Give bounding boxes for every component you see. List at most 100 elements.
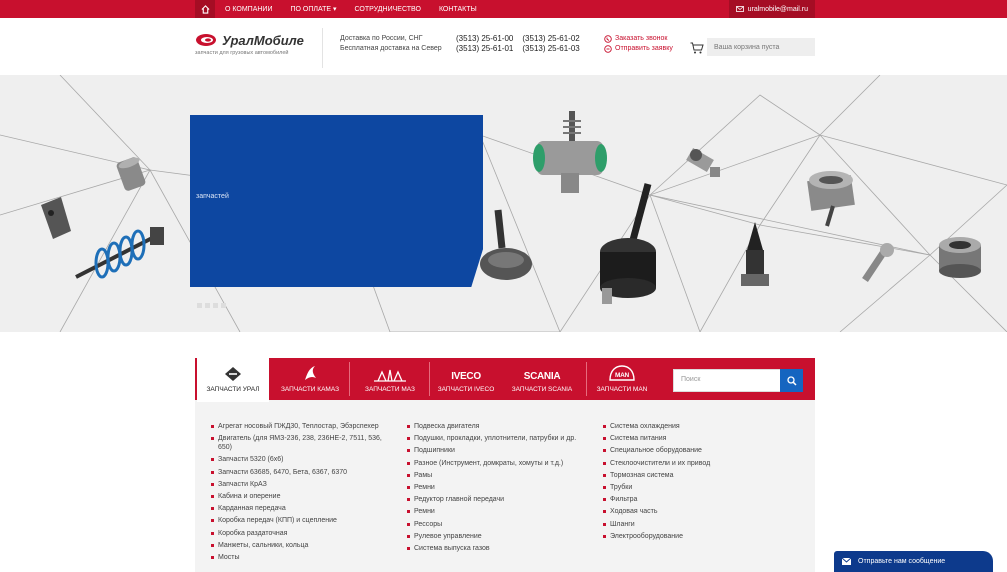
tab-iveco[interactable]: IVECO ЗАПЧАСТИ IVECO — [433, 358, 499, 400]
delivery-info: Доставка по России, СНГ Бесплатная доста… — [340, 34, 442, 54]
sensor-part-image — [686, 147, 720, 177]
man-logo-icon: MAN — [589, 358, 655, 382]
order-call-link[interactable]: Заказать звонок — [604, 34, 673, 44]
category-link[interactable]: Коробка раздаточная — [211, 529, 391, 538]
tab-label: ЗАПЧАСТИ MAN — [596, 386, 648, 393]
category-link[interactable]: Кабина и оперение — [211, 492, 391, 501]
spring-part-image — [75, 227, 164, 279]
cart-status[interactable]: Ваша корзина пуста — [707, 38, 815, 56]
category-link[interactable]: Система выпуска газов — [407, 544, 587, 553]
tab-label: ЗАПЧАСТИ МАЗ — [365, 386, 415, 393]
search-placeholder: Поиск — [681, 376, 701, 383]
tab-label: ЗАПЧАСТИ КАМАЗ — [280, 386, 340, 393]
category-link[interactable]: Агрегат носовый ПЖД30, Теплостар, Эбэрсп… — [211, 422, 391, 431]
delivery-line: Бесплатная доставка на Север — [340, 45, 442, 52]
tab-ural[interactable]: ЗАПЧАСТИ УРАЛ — [197, 358, 269, 402]
logo[interactable]: УралМобиле запчасти для грузовых автомоб… — [195, 33, 325, 63]
tab-label: ЗАПЧАСТИ IVECO — [437, 386, 495, 393]
brake-chamber-image — [480, 209, 532, 280]
category-link[interactable]: Фильтра — [603, 495, 803, 504]
top-nav-payment[interactable]: ПО ОПЛАТЕ ▾ — [290, 5, 336, 13]
category-link[interactable]: Коробка передач (КПП) и сцепление — [211, 516, 391, 525]
promo-panel[interactable]: запчастей — [190, 115, 483, 287]
phone-number[interactable]: (3513) 25-61-00 — [456, 34, 513, 44]
phone-number[interactable]: (3513) 25-61-01 — [456, 44, 513, 54]
email-link[interactable]: uralmobile@mail.ru — [728, 0, 815, 18]
catalog-section: ЗАПЧАСТИ УРАЛ ЗАПЧАСТИ КАМАЗ ЗАПЧАСТИ МА… — [195, 358, 815, 572]
category-link[interactable]: Запчасти 5320 (6x6) — [211, 455, 391, 464]
chat-label: Отправьте нам сообщение — [858, 558, 946, 565]
category-link[interactable]: Система охлаждения — [603, 422, 803, 431]
category-link[interactable]: Рессоры — [407, 520, 587, 529]
category-link[interactable]: Тормозная система — [603, 471, 803, 480]
request-icon — [604, 45, 612, 53]
top-nav: О КОМПАНИИ ПО ОПЛАТЕ ▾ СОТРУДНИЧЕСТВО КО… — [225, 0, 495, 18]
category-link[interactable]: Ремни — [407, 507, 587, 516]
contact-actions: Заказать звонок Отправить заявку — [604, 34, 673, 54]
category-link[interactable]: Ремни — [407, 483, 587, 492]
category-link[interactable]: Подшипники — [407, 446, 587, 455]
kamaz-logo-icon — [275, 358, 345, 382]
slider-dot[interactable] — [197, 303, 202, 308]
header: УралМобиле запчасти для грузовых автомоб… — [0, 18, 1007, 75]
phone-icon — [604, 35, 612, 43]
category-link[interactable]: Ходовая часть — [603, 507, 803, 516]
ural-logo-icon — [197, 358, 269, 382]
tab-maz[interactable]: ЗАПЧАСТИ МАЗ — [355, 358, 425, 400]
phone-row: (3513) 25-61-00 (3513) 25-61-02 — [456, 34, 580, 44]
phone-number[interactable]: (3513) 25-61-02 — [522, 34, 579, 44]
category-link[interactable]: Система питания — [603, 434, 803, 443]
category-link[interactable]: Стеклоочистители и их привод — [603, 459, 803, 468]
brand-tabs: ЗАПЧАСТИ УРАЛ ЗАПЧАСТИ КАМАЗ ЗАПЧАСТИ МА… — [195, 358, 815, 402]
category-column: Подвеска двигателя Подушки, прокладки, у… — [407, 422, 587, 556]
email-text: uralmobile@mail.ru — [747, 5, 808, 13]
search-button[interactable] — [780, 369, 803, 392]
logo-mark-icon — [196, 34, 216, 46]
phone-number[interactable]: (3513) 25-61-03 — [522, 44, 579, 54]
category-link[interactable]: Редуктор главной передачи — [407, 495, 587, 504]
category-link[interactable]: Трубки — [603, 483, 803, 492]
category-link[interactable]: Электрооборудование — [603, 532, 803, 541]
mail-icon — [735, 6, 744, 12]
slider-dot[interactable] — [221, 303, 226, 308]
category-link[interactable]: Специальное оборудование — [603, 446, 803, 455]
top-bar-inner: О КОМПАНИИ ПО ОПЛАТЕ ▾ СОТРУДНИЧЕСТВО КО… — [195, 0, 815, 18]
category-link[interactable]: Запчасти КрАЗ — [211, 480, 391, 489]
category-link[interactable]: Манжеты, сальники, кольца — [211, 541, 391, 550]
bushing-part-image — [807, 171, 855, 227]
cart-icon[interactable] — [690, 42, 704, 54]
brand-tagline: запчасти для грузовых автомобилей — [195, 50, 289, 56]
category-link[interactable]: Шланги — [603, 520, 803, 529]
category-link[interactable]: Мосты — [211, 553, 391, 562]
top-nav-about[interactable]: О КОМПАНИИ — [225, 6, 272, 13]
slider-dot[interactable] — [213, 303, 218, 308]
nozzle-part-image — [741, 222, 769, 286]
scania-logo-icon: SCANIA — [523, 371, 561, 382]
catalog-search[interactable]: Поиск — [673, 369, 803, 392]
home-button[interactable] — [195, 0, 215, 18]
send-request-link[interactable]: Отправить заявку — [604, 44, 673, 54]
tab-divider — [429, 362, 430, 396]
chat-widget[interactable]: Отправьте нам сообщение — [834, 551, 993, 572]
category-link[interactable]: Карданная передача — [211, 504, 391, 513]
category-link[interactable]: Подвеска двигателя — [407, 422, 587, 431]
slider-dots — [197, 303, 226, 308]
tab-scania[interactable]: SCANIA ЗАПЧАСТИ SCANIA — [505, 358, 579, 400]
top-nav-cooperation[interactable]: СОТРУДНИЧЕСТВО — [355, 6, 421, 13]
category-link[interactable]: Разное (Инструмент, домкраты, хомуты и т… — [407, 459, 587, 468]
tab-man[interactable]: MAN ЗАПЧАСТИ MAN — [589, 358, 655, 400]
tab-label: ЗАПЧАСТИ УРАЛ — [206, 386, 260, 393]
category-link[interactable]: Подушки, прокладки, уплотнители, патрубк… — [407, 434, 587, 443]
home-icon — [201, 4, 209, 14]
category-link[interactable]: Запчасти 63685, 6470, Бета, 6367, 6370 — [211, 468, 391, 477]
slider-dot[interactable] — [205, 303, 210, 308]
phone-numbers: (3513) 25-61-00 (3513) 25-61-02 (3513) 2… — [456, 34, 580, 54]
category-link[interactable]: Рулевое управление — [407, 532, 587, 541]
category-link[interactable]: Двигатель (для ЯМЗ-236, 238, 236НЕ-2, 75… — [211, 434, 391, 452]
top-nav-contacts[interactable]: КОНТАКТЫ — [439, 6, 477, 13]
phone-row: (3513) 25-61-01 (3513) 25-61-03 — [456, 44, 580, 54]
category-link[interactable]: Рамы — [407, 471, 587, 480]
tab-kamaz[interactable]: ЗАПЧАСТИ КАМАЗ — [275, 358, 345, 400]
tab-label: ЗАПЧАСТИ SCANIA — [511, 386, 573, 393]
hero-banner: запчастей — [0, 75, 1007, 332]
